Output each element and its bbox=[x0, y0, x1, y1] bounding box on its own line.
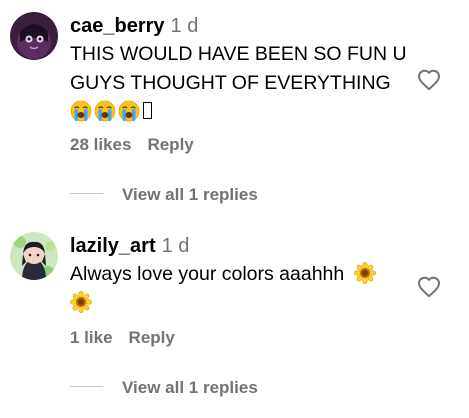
likes-count[interactable]: 28 likes bbox=[70, 135, 131, 154]
sunflower-emoji bbox=[70, 291, 92, 313]
comment-text: Always love your colors aaahhh bbox=[70, 260, 413, 319]
comment-text-line: GUYS THOUGHT OF EVERYTHING bbox=[70, 72, 391, 94]
reply-button[interactable]: Reply bbox=[129, 328, 175, 347]
comment-actions: 1 like Reply bbox=[70, 326, 175, 350]
comment-body: lazily_art 1 d Always love your colors aa… bbox=[70, 232, 413, 319]
loudly-crying-face-emoji bbox=[118, 100, 140, 122]
replies-divider bbox=[70, 193, 103, 194]
loudly-crying-face-emoji bbox=[94, 100, 116, 122]
reply-button[interactable]: Reply bbox=[147, 135, 193, 154]
comment-emoji-line bbox=[70, 98, 413, 130]
comment-emoji-line bbox=[70, 289, 413, 319]
view-replies-label: View all 1 replies bbox=[122, 185, 258, 204]
comment-body: cae_berry 1 d THIS WOULD HAVE BEEN SO FUN… bbox=[70, 12, 413, 130]
heart-outline-icon[interactable] bbox=[417, 276, 441, 298]
comment-text-line: THIS WOULD HAVE BEEN SO FUN U bbox=[70, 43, 407, 65]
timestamp: 1 d bbox=[170, 15, 199, 37]
comment-item: lazily_art 1 d Always love your colors aa… bbox=[0, 222, 469, 418]
username[interactable]: cae_berry bbox=[70, 15, 165, 37]
comment-item: cae_berry 1 d THIS WOULD HAVE BEEN SO FUN… bbox=[0, 0, 469, 215]
view-replies-button[interactable]: View all 1 replies bbox=[70, 376, 258, 400]
heart-outline-icon[interactable] bbox=[417, 69, 441, 91]
comment-text: THIS WOULD HAVE BEEN SO FUN U GUYS THOUG… bbox=[70, 40, 413, 130]
likes-count[interactable]: 1 like bbox=[70, 328, 113, 347]
avatar[interactable] bbox=[10, 232, 58, 280]
comment-header: lazily_art 1 d bbox=[70, 232, 413, 260]
replies-divider bbox=[70, 386, 103, 387]
comment-header: cae_berry 1 d bbox=[70, 12, 413, 40]
view-replies-button[interactable]: View all 1 replies bbox=[70, 183, 258, 207]
sunflower-emoji bbox=[353, 262, 376, 284]
timestamp: 1 d bbox=[161, 235, 190, 257]
missing-glyph-icon bbox=[143, 102, 152, 119]
comment-actions: 28 likes Reply bbox=[70, 133, 194, 157]
loudly-crying-face-emoji bbox=[70, 100, 92, 122]
comment-text-line: Always love your colors aaahhh bbox=[70, 260, 413, 289]
view-replies-label: View all 1 replies bbox=[122, 378, 258, 397]
avatar[interactable] bbox=[10, 12, 58, 60]
username[interactable]: lazily_art bbox=[70, 235, 156, 257]
comment-text-content: Always love your colors aaahhh bbox=[70, 263, 345, 285]
